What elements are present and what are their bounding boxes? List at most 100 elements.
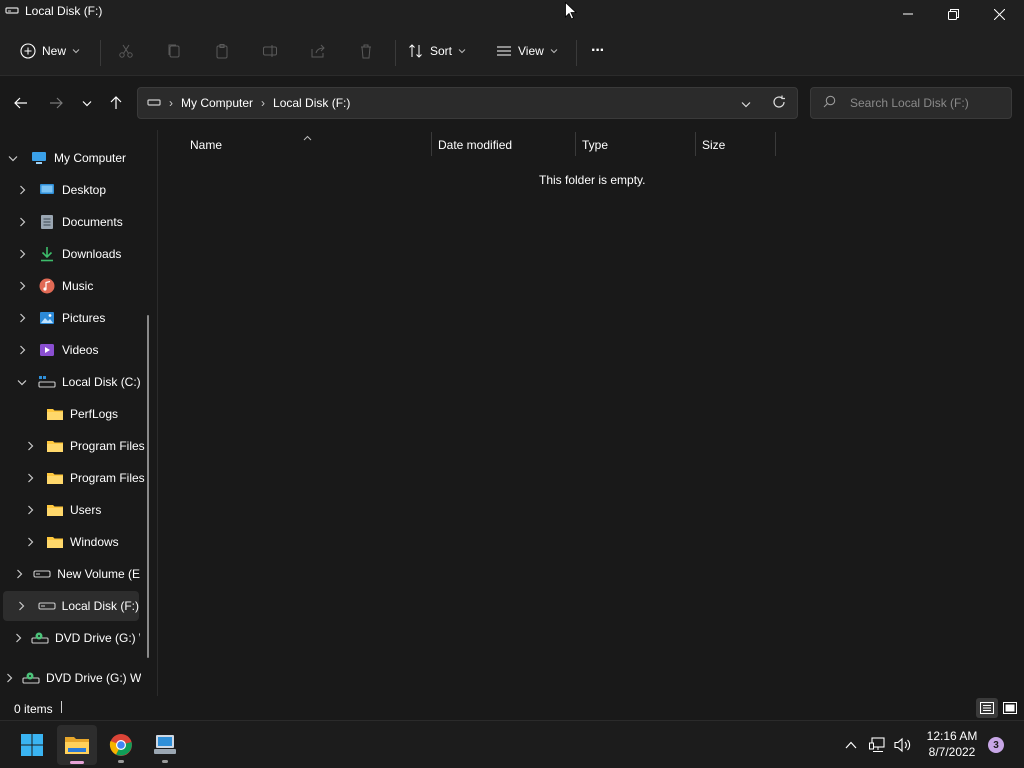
notification-badge[interactable]: 3 [988, 737, 1004, 753]
pictures-icon [38, 309, 56, 327]
chevron-down-icon [15, 375, 29, 389]
minimize-icon [903, 13, 913, 15]
column-divider[interactable] [775, 132, 776, 156]
show-hidden-icons-button[interactable] [841, 735, 861, 755]
nav-item-label: Program Files [70, 471, 145, 485]
back-button[interactable] [9, 91, 33, 115]
nav-item-dvd-drive-g-root[interactable]: DVD Drive (G:) W [6, 663, 141, 693]
breadcrumb-current[interactable]: Local Disk (F:) [273, 96, 350, 110]
folder-icon [46, 437, 64, 455]
column-divider[interactable] [695, 132, 696, 156]
chrome-icon [109, 734, 132, 756]
nav-item-videos[interactable]: Videos [15, 335, 165, 365]
nav-item-music[interactable]: Music [15, 271, 165, 301]
restore-button[interactable] [930, 0, 976, 28]
chevron-right-icon [15, 567, 24, 581]
column-label: Name [190, 138, 223, 152]
address-row: › My Computer › Local Disk (F:) [0, 77, 1024, 129]
dvd-icon [22, 669, 40, 687]
chevron-right-icon [15, 311, 29, 325]
drive-c-icon [38, 373, 56, 391]
mouse-cursor-icon [565, 1, 577, 23]
rename-button[interactable] [259, 40, 281, 62]
clock-date: 8/7/2022 [928, 745, 976, 759]
column-label: Date modified [438, 138, 513, 152]
chevron-down-icon [550, 49, 558, 54]
toolbar-divider [576, 40, 577, 66]
address-bar[interactable]: › My Computer › Local Disk (F:) [137, 87, 798, 119]
cut-button[interactable] [115, 40, 137, 62]
clock[interactable]: 12:16 AM 8/7/2022 [918, 728, 986, 760]
nav-item-downloads[interactable]: Downloads [15, 239, 165, 269]
search-box[interactable] [810, 87, 1012, 119]
taskbar-remote-app[interactable] [145, 725, 185, 765]
windows-logo-icon [21, 734, 43, 756]
column-header-size[interactable]: Size [702, 131, 725, 159]
new-button[interactable]: New [20, 36, 80, 66]
chevron-right-icon [15, 183, 29, 197]
column-divider[interactable] [575, 132, 576, 156]
more-icon: ··· [591, 42, 605, 59]
breadcrumb-my-computer[interactable]: My Computer [181, 96, 253, 110]
nav-item-new-volume-e[interactable]: New Volume (E [15, 559, 140, 589]
column-header-date-modified[interactable]: Date modified [438, 131, 512, 159]
computer-icon [30, 149, 48, 167]
nav-item-users[interactable]: Users [23, 495, 173, 525]
view-button[interactable]: View [496, 36, 558, 66]
file-list: Name Date modified Type Size This folder… [159, 130, 1024, 696]
nav-item-local-disk-f[interactable]: Local Disk (F:) [3, 591, 139, 621]
close-button[interactable] [976, 0, 1022, 28]
breadcrumb-separator-icon: › [261, 96, 266, 110]
details-view-button[interactable] [976, 698, 998, 718]
taskbar-file-explorer[interactable] [57, 725, 97, 765]
nav-item-program-files[interactable]: Program Files [23, 431, 173, 461]
volume-button[interactable] [893, 735, 913, 755]
downloads-icon [38, 245, 56, 263]
forward-button[interactable] [44, 91, 68, 115]
arrow-up-icon [110, 96, 122, 109]
more-options-button[interactable]: ··· [591, 36, 605, 66]
nav-item-label: Downloads [62, 247, 122, 261]
up-button[interactable] [104, 91, 128, 115]
column-header-name[interactable]: Name [190, 131, 222, 159]
taskbar-chrome[interactable] [101, 725, 141, 765]
nav-item-desktop[interactable]: Desktop [15, 175, 165, 205]
nav-item-perflogs[interactable]: PerfLogs [23, 399, 173, 429]
paste-button[interactable] [211, 40, 233, 62]
nav-scrollbar[interactable] [147, 315, 149, 658]
nav-item-documents[interactable]: Documents [15, 207, 165, 237]
nav-item-label: My Computer [54, 151, 127, 165]
refresh-button[interactable] [772, 95, 786, 112]
nav-item-pictures[interactable]: Pictures [15, 303, 165, 333]
nav-item-windows[interactable]: Windows [23, 527, 173, 557]
share-button[interactable] [307, 40, 329, 62]
navigation-pane: My Computer Desktop Documents Downloads … [0, 130, 158, 696]
network-button[interactable] [868, 735, 888, 755]
music-icon [38, 277, 56, 295]
sort-button[interactable]: Sort [408, 36, 466, 66]
copy-button[interactable] [163, 40, 185, 62]
nav-item-label: Program Files [70, 439, 145, 453]
large-icons-view-button[interactable] [1000, 698, 1020, 718]
delete-button[interactable] [355, 40, 377, 62]
column-divider[interactable] [431, 132, 432, 156]
minimize-button[interactable] [885, 0, 931, 28]
nav-item-dvd-drive-g[interactable]: DVD Drive (G:) \ [15, 623, 140, 653]
status-bar: 0 items [0, 696, 1024, 720]
nav-item-program-files-x86[interactable]: Program Files [23, 463, 173, 493]
address-dropdown-button[interactable] [741, 97, 751, 111]
nav-item-label: New Volume (E [57, 567, 140, 581]
start-button[interactable] [12, 725, 52, 765]
chevron-down-icon [72, 49, 80, 54]
search-input[interactable] [850, 96, 1000, 110]
desktop-icon [38, 181, 56, 199]
nav-item-label: Documents [62, 215, 123, 229]
nav-item-my-computer[interactable]: My Computer [6, 143, 156, 173]
nav-item-local-disk-c[interactable]: Local Disk (C:) [15, 367, 165, 397]
drive-icon [5, 4, 19, 18]
column-header-type[interactable]: Type [582, 131, 608, 159]
recent-locations-button[interactable] [75, 91, 99, 115]
chevron-right-icon [23, 439, 37, 453]
arrow-right-icon [50, 97, 63, 109]
tiles-view-icon [1003, 702, 1017, 714]
